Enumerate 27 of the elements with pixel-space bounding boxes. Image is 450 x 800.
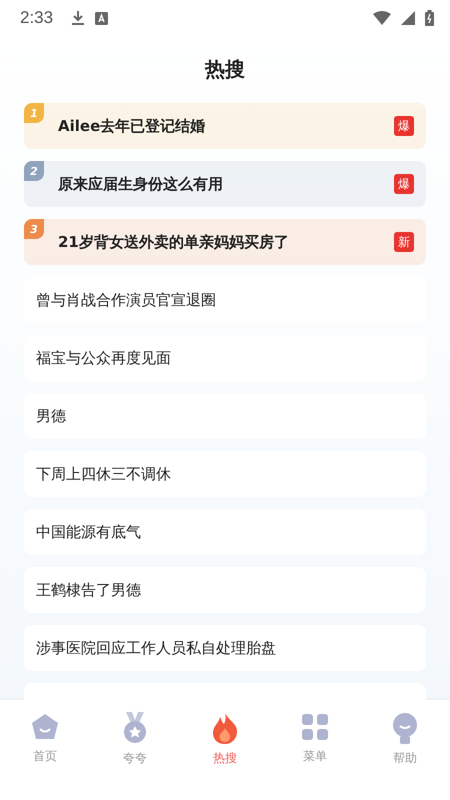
hot-tag: 爆 (394, 116, 414, 136)
hot-tag: 爆 (394, 174, 414, 194)
person-icon (390, 712, 420, 744)
rank-tag: 2 (24, 161, 44, 181)
hot-search-item[interactable]: 男德 (24, 393, 426, 439)
home-icon (30, 712, 60, 742)
hot-search-item[interactable]: 3 21岁背女送外卖的单亲妈妈买房了 新 (24, 219, 426, 265)
hot-search-item[interactable]: 曾与肖战合作演员官宣退圈 (24, 277, 426, 323)
signal-icon (401, 11, 415, 25)
hot-search-item[interactable]: 1 Ailee去年已登记结婚 爆 (24, 103, 426, 149)
page-title: 热搜 (204, 56, 246, 83)
hot-search-item[interactable]: 王鹤棣告了男德 (24, 567, 426, 613)
hot-search-item[interactable]: 2 原来应届生身份这么有用 爆 (24, 161, 426, 207)
rank-tag: 3 (24, 219, 44, 239)
hot-tag: 新 (394, 232, 414, 252)
flame-icon (212, 712, 238, 744)
rank-tag: 1 (24, 103, 44, 123)
status-time: 2:33 (20, 8, 54, 28)
grid-icon (300, 712, 330, 742)
keyboard-app-icon (95, 12, 108, 24)
download-icon (71, 10, 86, 26)
battery-icon (425, 10, 434, 26)
hot-search-item[interactable]: 中国能源有底气 (24, 509, 426, 555)
hot-search-item[interactable]: 下周上四休三不调休 (24, 451, 426, 497)
hot-search-item[interactable]: 福宝与公众再度见面 (24, 335, 426, 381)
hot-search-item[interactable]: 涉事医院回应工作人员私自处理胎盘 (24, 625, 426, 671)
wifi-icon (373, 11, 391, 25)
